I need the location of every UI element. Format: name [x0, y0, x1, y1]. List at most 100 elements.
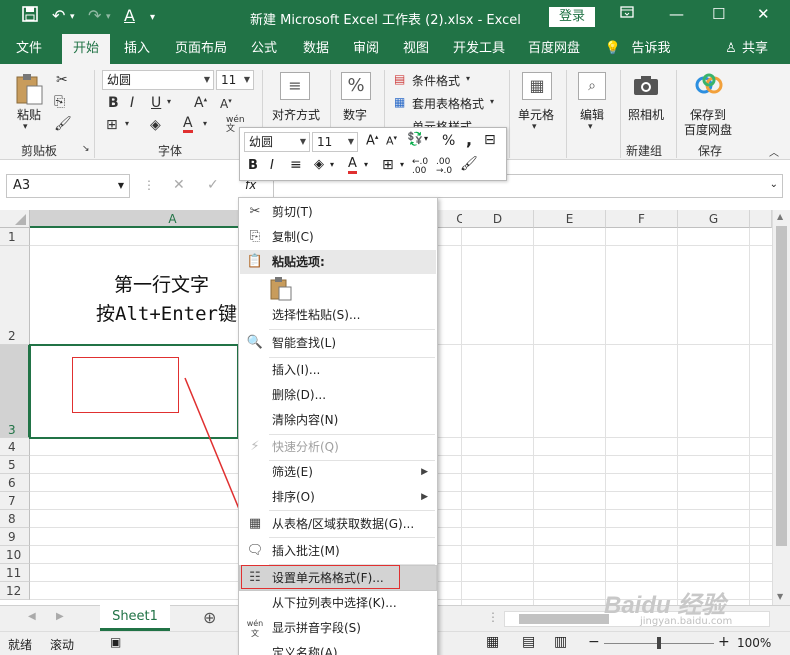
- bold-icon[interactable]: B: [108, 95, 119, 111]
- menu-item-insert[interactable]: 插入(I)...: [240, 358, 436, 382]
- tab-view[interactable]: 视图: [394, 34, 438, 64]
- cut-icon[interactable]: ✂: [56, 72, 68, 88]
- menu-item-filter[interactable]: 筛选(E) ▶: [240, 460, 436, 484]
- format-table-icon[interactable]: ⊟: [484, 132, 496, 148]
- scroll-up-icon[interactable]: ▲: [777, 212, 783, 221]
- maximize-icon[interactable]: ☐: [712, 5, 725, 23]
- zoom-in-icon[interactable]: +: [718, 634, 730, 650]
- row-header-10[interactable]: 10: [0, 546, 30, 564]
- tab-insert[interactable]: 插入: [114, 34, 160, 64]
- table-format-button[interactable]: 套用表格格式: [412, 95, 484, 112]
- tell-me-search[interactable]: 告诉我: [628, 34, 674, 64]
- italic-icon[interactable]: I: [270, 158, 274, 173]
- camera-icon[interactable]: [632, 74, 660, 96]
- row-header-3[interactable]: 3: [0, 345, 30, 438]
- tab-file[interactable]: 文件: [6, 34, 52, 64]
- row-header-9[interactable]: 9: [0, 528, 30, 546]
- menu-item-paste-special[interactable]: 选择性粘贴(S)...: [240, 303, 436, 327]
- row-header-7[interactable]: 7: [0, 492, 30, 510]
- decrease-font-icon[interactable]: A▾: [220, 97, 232, 111]
- font-color-qat-icon[interactable]: A: [124, 6, 135, 25]
- chevron-down-icon[interactable]: ▾: [400, 160, 404, 169]
- macro-record-icon[interactable]: ▣: [110, 635, 121, 649]
- accounting-format-icon[interactable]: 💱: [407, 132, 423, 147]
- font-size-combo[interactable]: 11 ▼: [216, 70, 254, 90]
- camera-label[interactable]: 照相机: [628, 106, 664, 123]
- format-painter-icon[interactable]: 🖌: [460, 156, 478, 172]
- copy-icon[interactable]: ⎘: [54, 94, 65, 110]
- save-icon[interactable]: [22, 6, 38, 26]
- normal-view-icon[interactable]: ▦: [486, 634, 499, 650]
- italic-icon[interactable]: I: [130, 95, 134, 111]
- mini-font-name-combo[interactable]: 幼圆 ▼: [244, 132, 310, 152]
- row-header-8[interactable]: 8: [0, 510, 30, 528]
- close-icon[interactable]: ✕: [757, 5, 770, 23]
- bold-icon[interactable]: B: [248, 158, 258, 173]
- scroll-thumb[interactable]: [776, 226, 787, 546]
- menu-item-pick-from-list[interactable]: 从下拉列表中选择(K)...: [240, 591, 436, 615]
- zoom-out-icon[interactable]: −: [588, 634, 600, 650]
- editing-icon[interactable]: ⌕: [578, 72, 606, 100]
- tab-data[interactable]: 数据: [294, 34, 338, 64]
- chevron-down-icon[interactable]: ▾: [203, 119, 207, 128]
- undo-icon[interactable]: ↶: [52, 6, 65, 25]
- add-sheet-icon[interactable]: ⊕: [203, 608, 216, 627]
- menu-item-cut[interactable]: ✂ 剪切(T): [240, 200, 436, 224]
- confirm-formula-icon[interactable]: ✓: [207, 177, 219, 193]
- scroll-down-icon[interactable]: ▼: [777, 592, 783, 601]
- border-icon[interactable]: ⊞: [382, 157, 394, 173]
- decrease-font-icon[interactable]: A▾: [386, 134, 397, 148]
- border-icon[interactable]: ⊞: [106, 117, 118, 133]
- name-box[interactable]: A3 ▼: [6, 174, 130, 198]
- zoom-level[interactable]: 100%: [737, 636, 771, 650]
- menu-item-insert-comment[interactable]: 🗨 插入批注(M): [240, 539, 436, 563]
- menu-item-clear-contents[interactable]: 清除内容(N): [240, 408, 436, 432]
- column-header-f[interactable]: F: [606, 210, 678, 228]
- clipboard-launcher-icon[interactable]: ↘: [82, 144, 90, 154]
- number-format-icon[interactable]: %: [341, 72, 371, 100]
- customize-qat-icon[interactable]: ▾: [150, 12, 155, 23]
- login-button[interactable]: 登录: [549, 7, 595, 27]
- page-break-view-icon[interactable]: ▥: [554, 634, 567, 650]
- menu-item-show-phonetic[interactable]: wén 文显示拼音字段(S): [240, 616, 436, 640]
- chevron-down-icon[interactable]: ▾: [364, 160, 368, 169]
- share-button[interactable]: 共享: [738, 34, 772, 64]
- tab-page-layout[interactable]: 页面布局: [170, 34, 232, 64]
- align-center-icon[interactable]: ≡: [290, 157, 302, 173]
- expand-formula-icon[interactable]: ⌄: [770, 179, 778, 190]
- next-sheet-icon[interactable]: ▶: [56, 611, 64, 622]
- tab-review[interactable]: 审阅: [344, 34, 388, 64]
- font-name-combo[interactable]: 幼圆 ▼: [102, 70, 214, 90]
- cells-icon[interactable]: ▦: [522, 72, 552, 100]
- alignment-label[interactable]: 对齐方式: [272, 106, 320, 123]
- redo-icon[interactable]: ↷: [88, 6, 101, 25]
- font-color-icon[interactable]: A: [348, 157, 357, 174]
- menu-item-smart-lookup[interactable]: 🔍 智能查找(L): [240, 331, 436, 355]
- ribbon-display-options-icon[interactable]: [620, 5, 634, 23]
- menu-item-copy[interactable]: ⎘ 复制(C): [240, 225, 436, 249]
- save-to-baidu-line2[interactable]: 百度网盘: [684, 121, 732, 138]
- font-color-icon[interactable]: A: [183, 116, 193, 133]
- row-header-11[interactable]: 11: [0, 564, 30, 582]
- chevron-down-icon[interactable]: ▾: [330, 160, 334, 169]
- row-header-4[interactable]: 4: [0, 438, 30, 456]
- conditional-format-button[interactable]: 条件格式: [412, 72, 460, 89]
- sheet-tab-sheet1[interactable]: Sheet1: [100, 605, 170, 631]
- scroll-thumb[interactable]: [519, 614, 609, 624]
- paste-label[interactable]: 粘贴: [17, 106, 41, 123]
- row-header-2[interactable]: 2: [0, 246, 30, 345]
- fill-color-icon[interactable]: ◈: [314, 157, 324, 172]
- tab-baidu-netdisk[interactable]: 百度网盘: [522, 34, 586, 64]
- underline-icon[interactable]: U: [151, 95, 161, 111]
- column-header-e[interactable]: E: [534, 210, 606, 228]
- undo-dropdown-icon[interactable]: ▾: [70, 12, 75, 22]
- menu-item-get-data[interactable]: ▦ 从表格/区域获取数据(G)...: [240, 512, 436, 536]
- paste-icon[interactable]: [14, 72, 44, 106]
- increase-font-icon[interactable]: A▴: [194, 95, 207, 111]
- tab-home[interactable]: 开始: [62, 34, 110, 64]
- vertical-scrollbar[interactable]: ▲ ▼: [772, 210, 790, 605]
- column-header-g[interactable]: G: [678, 210, 750, 228]
- row-header-6[interactable]: 6: [0, 474, 30, 492]
- row-header-1[interactable]: 1: [0, 228, 30, 246]
- chevron-down-icon[interactable]: ▾: [167, 97, 171, 106]
